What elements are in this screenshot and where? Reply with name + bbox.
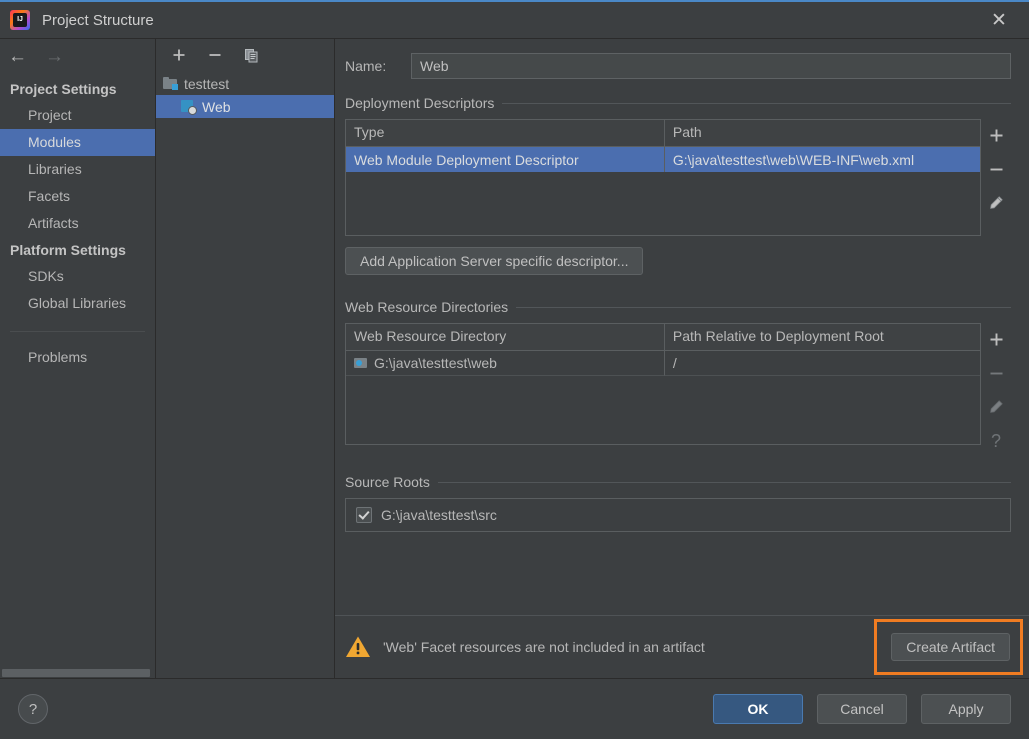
edit-web-resource-pencil-icon[interactable] [985, 396, 1007, 418]
cell-directory-text: G:\java\testtest\web [374, 351, 497, 375]
add-descriptor-row: Add Application Server specific descript… [345, 247, 1011, 275]
module-tree-list: testtest Web [156, 71, 334, 678]
add-application-server-descriptor-button[interactable]: Add Application Server specific descript… [345, 247, 643, 275]
cancel-button[interactable]: Cancel [817, 694, 907, 724]
back-arrow-icon[interactable]: ← [8, 47, 27, 66]
table-body: Web Module Deployment Descriptor G:\java… [346, 147, 980, 235]
table-row[interactable]: Web Module Deployment Descriptor G:\java… [346, 147, 980, 172]
remove-descriptor-icon[interactable] [985, 158, 1007, 180]
sidebar-item-libraries[interactable]: Libraries [0, 156, 155, 183]
sidebar-group-project-settings: Project Settings [0, 76, 155, 102]
footer-button-group: OK Cancel Apply [713, 694, 1011, 724]
sidebar-item-problems[interactable]: Problems [0, 344, 155, 371]
sidebar-item-facets[interactable]: Facets [0, 183, 155, 210]
cell-type: Web Module Deployment Descriptor [346, 147, 665, 172]
sidebar-group-platform-settings: Platform Settings [0, 237, 155, 263]
ok-button[interactable]: OK [713, 694, 803, 724]
source-root-path: G:\java\testtest\src [381, 507, 497, 523]
sidebar-item-modules[interactable]: Modules [0, 129, 155, 156]
cell-directory: G:\java\testtest\web [346, 351, 665, 376]
help-icon[interactable]: ? [18, 694, 48, 724]
column-header-type: Type [346, 120, 665, 146]
create-artifact-button[interactable]: Create Artifact [891, 633, 1010, 661]
web-resource-tablewrap: Web Resource Directory Path Relative to … [345, 323, 1011, 452]
sidebar-nav-arrows: ← → [0, 39, 155, 73]
deployment-descriptors-tablewrap: Type Path Web Module Deployment Descript… [345, 119, 1011, 236]
tree-node-label: testtest [184, 76, 229, 92]
sidebar-item-project[interactable]: Project [0, 102, 155, 129]
add-module-icon[interactable] [170, 46, 188, 64]
add-web-resource-icon[interactable] [985, 328, 1007, 350]
list-item[interactable]: G:\java\testtest\src [346, 499, 1010, 531]
edit-descriptor-pencil-icon[interactable] [985, 192, 1007, 214]
group-rule [516, 307, 1011, 308]
folder-module-icon [163, 77, 178, 90]
column-header-path-relative: Path Relative to Deployment Root [665, 324, 980, 350]
table-body: G:\java\testtest\web / [346, 351, 980, 444]
sidebar-scrollbar-thumb[interactable] [2, 669, 150, 677]
group-title: Web Resource Directories [345, 299, 508, 315]
column-header-path: Path [665, 120, 980, 146]
logo-glyph: IJ [13, 13, 27, 27]
sidebar-divider [10, 331, 145, 332]
create-artifact-highlight: Create Artifact [874, 619, 1023, 675]
facet-settings-panel: Name: Deployment Descriptors Type Path [335, 39, 1029, 678]
name-row: Name: [335, 53, 1029, 79]
deployment-side-buttons [981, 119, 1011, 236]
source-root-checkbox[interactable] [356, 507, 372, 523]
deployment-descriptors-header: Deployment Descriptors [345, 95, 1011, 111]
module-tree-panel: testtest Web [156, 39, 335, 678]
remove-module-icon[interactable] [206, 46, 224, 64]
group-title: Deployment Descriptors [345, 95, 494, 111]
web-facet-icon [181, 100, 196, 114]
web-resource-directories-table: Web Resource Directory Path Relative to … [345, 323, 981, 445]
warning-message: 'Web' Facet resources are not included i… [383, 639, 705, 655]
table-header: Web Resource Directory Path Relative to … [346, 324, 980, 351]
tree-node-testtest[interactable]: testtest [156, 72, 334, 95]
name-input[interactable] [411, 53, 1011, 79]
forward-arrow-icon[interactable]: → [45, 47, 64, 66]
settings-sidebar: ← → Project Settings Project Modules Lib… [0, 39, 156, 678]
table-row[interactable]: G:\java\testtest\web / [346, 351, 980, 376]
close-icon[interactable]: ✕ [977, 2, 1021, 38]
web-resource-help-icon[interactable]: ? [985, 430, 1007, 452]
dialog-footer: ? OK Cancel Apply [0, 678, 1029, 739]
table-header: Type Path [346, 120, 980, 147]
title-bar: IJ Project Structure ✕ [0, 2, 1029, 38]
tree-node-label: Web [202, 99, 231, 115]
sidebar-item-global-libraries[interactable]: Global Libraries [0, 290, 155, 317]
deployment-descriptors-table: Type Path Web Module Deployment Descript… [345, 119, 981, 236]
group-rule [438, 482, 1011, 483]
name-label: Name: [345, 58, 401, 74]
cell-relative-path: / [665, 351, 980, 376]
source-roots-header: Source Roots [345, 474, 1011, 490]
copy-module-icon[interactable] [242, 46, 260, 64]
web-resource-directories-header: Web Resource Directories [345, 299, 1011, 315]
dialog-content: ← → Project Settings Project Modules Lib… [0, 38, 1029, 678]
group-title: Source Roots [345, 474, 430, 490]
cell-path: G:\java\testtest\web\WEB-INF\web.xml [665, 147, 980, 172]
sidebar-horizontal-scrollbar[interactable] [0, 668, 155, 678]
warning-triangle-icon [345, 635, 371, 659]
column-header-web-resource-directory: Web Resource Directory [346, 324, 665, 350]
sidebar-nav-list: Project Settings Project Modules Librari… [0, 73, 155, 678]
deployment-descriptors-group: Deployment Descriptors Type Path Web Mod… [335, 95, 1029, 275]
apply-button[interactable]: Apply [921, 694, 1011, 724]
tree-node-web[interactable]: Web [156, 95, 334, 118]
sidebar-item-sdks[interactable]: SDKs [0, 263, 155, 290]
add-descriptor-icon[interactable] [985, 124, 1007, 146]
window-title: Project Structure [42, 12, 154, 29]
directory-icon [354, 357, 368, 369]
module-tree-toolbar [156, 39, 334, 71]
web-resource-side-buttons: ? [981, 323, 1011, 452]
source-roots-group: Source Roots G:\java\testtest\src [335, 474, 1029, 532]
intellij-idea-logo-icon: IJ [10, 10, 30, 30]
sidebar-item-artifacts[interactable]: Artifacts [0, 210, 155, 237]
source-roots-list: G:\java\testtest\src [345, 498, 1011, 532]
web-resource-directories-group: Web Resource Directories Web Resource Di… [335, 299, 1029, 452]
facet-warning-bar: 'Web' Facet resources are not included i… [335, 615, 1029, 678]
remove-web-resource-icon[interactable] [985, 362, 1007, 384]
group-rule [502, 103, 1011, 104]
project-structure-dialog: IJ Project Structure ✕ ← → Project Setti… [0, 0, 1029, 739]
